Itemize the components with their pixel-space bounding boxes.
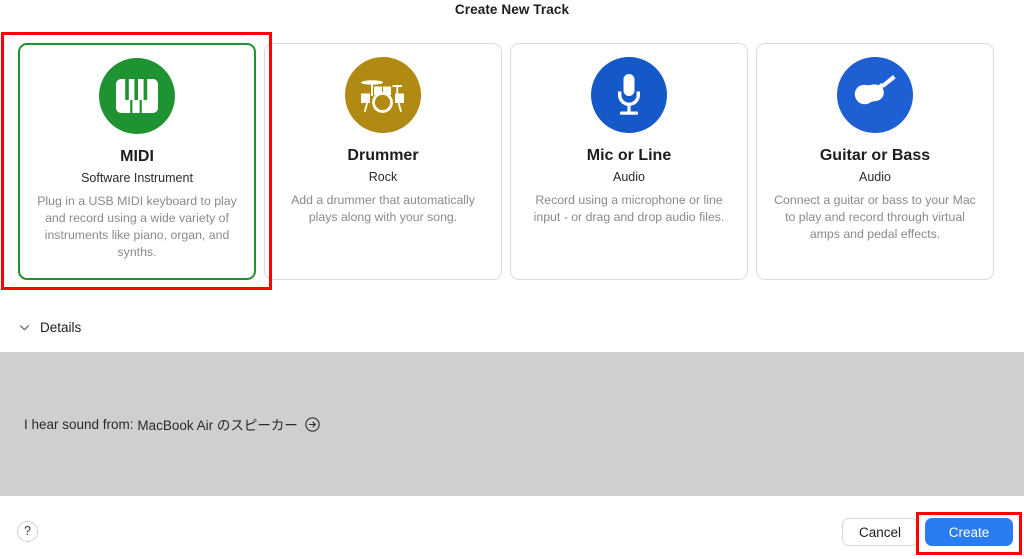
- cancel-button[interactable]: Cancel: [842, 518, 918, 546]
- track-card-midi[interactable]: MIDI Software Instrument Plug in a USB M…: [18, 43, 256, 280]
- card-title: Mic or Line: [586, 147, 672, 164]
- card-subtitle: Software Instrument: [81, 171, 193, 185]
- sound-output-label: I hear sound from:: [24, 416, 138, 432]
- sound-output-row[interactable]: I hear sound from: MacBook Air のスピーカー: [24, 414, 320, 434]
- track-type-card-list: MIDI Software Instrument Plug in a USB M…: [18, 43, 1008, 280]
- card-subtitle: Rock: [368, 170, 398, 184]
- arrow-right-circle-icon[interactable]: [298, 416, 320, 432]
- card-subtitle: Audio: [859, 170, 891, 184]
- card-title: Guitar or Bass: [819, 147, 931, 164]
- details-label: Details: [40, 320, 82, 335]
- create-new-track-dialog: Create New Track MIDI Software Instrumen…: [0, 0, 1024, 559]
- sound-output-value: MacBook Air のスピーカー: [137, 418, 298, 433]
- card-description: Add a drummer that automatically plays a…: [291, 193, 475, 224]
- card-title: MIDI: [120, 148, 154, 165]
- details-disclosure-toggle[interactable]: Details: [18, 320, 81, 335]
- track-card-mic-or-line[interactable]: Mic or Line Audio Record using a microph…: [510, 43, 748, 280]
- details-panel: I hear sound from: MacBook Air のスピーカー: [0, 352, 1024, 496]
- track-card-guitar-or-bass[interactable]: Guitar or Bass Audio Connect a guitar or…: [756, 43, 994, 280]
- card-title: Drummer: [347, 147, 419, 164]
- track-card-drummer[interactable]: Drummer Rock Add a drummer that automati…: [264, 43, 502, 280]
- help-button[interactable]: ?: [17, 521, 38, 542]
- page-title: Create New Track: [454, 2, 570, 17]
- card-description: Record using a microphone or line input …: [533, 193, 725, 224]
- microphone-icon: [591, 57, 667, 133]
- card-subtitle: Audio: [613, 170, 645, 184]
- guitar-icon: [837, 57, 913, 133]
- drum-kit-icon: [345, 57, 421, 133]
- piano-keyboard-icon: [99, 58, 175, 134]
- chevron-down-icon: [18, 321, 31, 334]
- card-description: Connect a guitar or bass to your Mac to …: [774, 193, 976, 241]
- card-description: Plug in a USB MIDI keyboard to play and …: [37, 194, 237, 259]
- create-button[interactable]: Create: [925, 518, 1013, 546]
